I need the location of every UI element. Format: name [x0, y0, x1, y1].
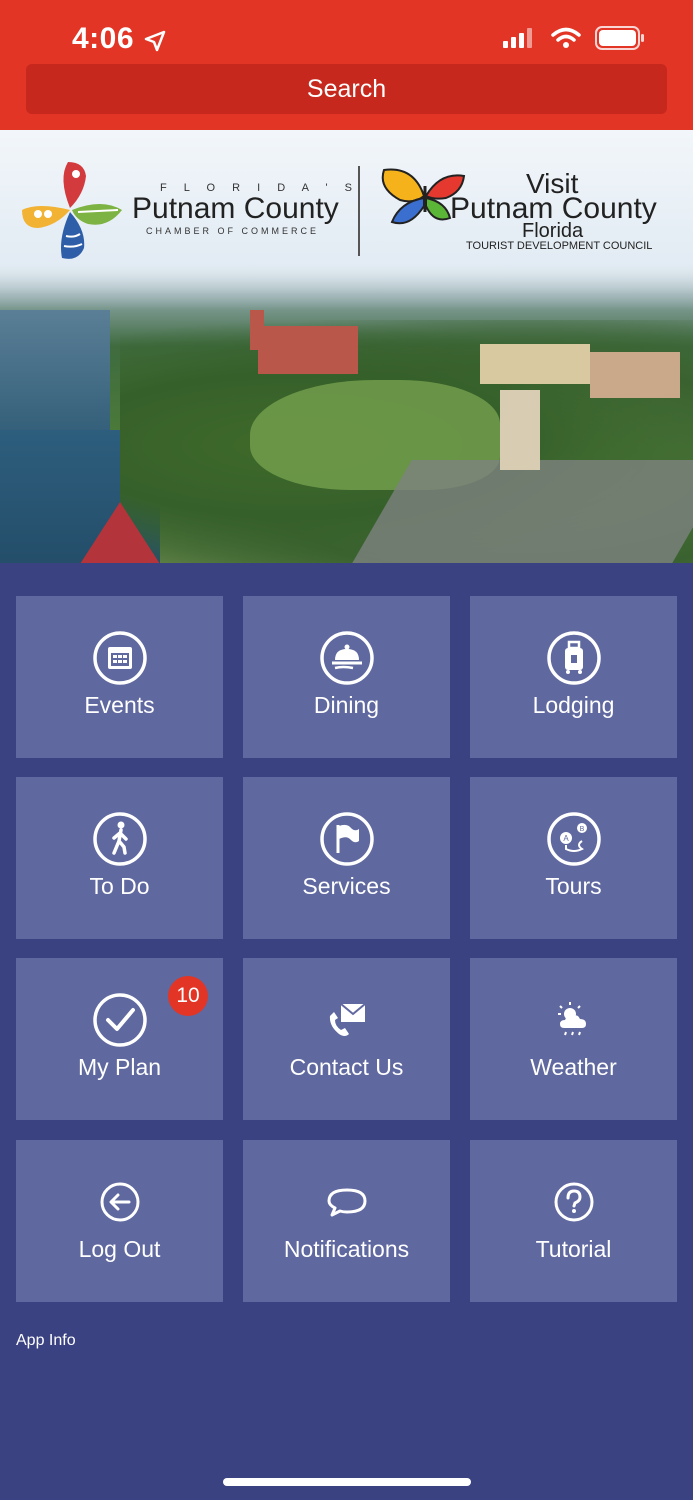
- tile-dining-label: Dining: [313, 692, 380, 718]
- tile-weather[interactable]: Weather: [470, 958, 677, 1120]
- walking-person-icon: [92, 812, 147, 866]
- sponsor-logos: F L O R I D A ' S Putnam County CHAMBER …: [0, 130, 693, 280]
- tile-lodging[interactable]: Lodging: [470, 596, 677, 758]
- checkmark-icon: [92, 993, 147, 1047]
- my-plan-count-badge: 10: [168, 976, 208, 1016]
- tile-contact-us-label: Contact Us: [289, 1054, 404, 1080]
- wifi-icon: [551, 27, 581, 48]
- tile-events-label: Events: [84, 692, 155, 718]
- question-icon: [554, 1182, 593, 1222]
- tile-dining[interactable]: Dining: [243, 596, 450, 758]
- back-arrow-icon: [100, 1182, 139, 1222]
- cloche-icon: [319, 631, 374, 685]
- route-map-icon: A B: [546, 812, 601, 866]
- phone-envelope-icon: [329, 1003, 366, 1036]
- chamber-logo-line3: CHAMBER OF COMMERCE: [146, 226, 320, 236]
- sun-cloud-icon: [557, 1002, 586, 1036]
- tile-lodging-label: Lodging: [532, 692, 615, 718]
- tile-tutorial[interactable]: Tutorial: [470, 1140, 677, 1302]
- luggage-icon: [546, 631, 601, 685]
- tile-events[interactable]: Events: [16, 596, 223, 758]
- tile-contact-us[interactable]: Contact Us: [243, 958, 450, 1120]
- search-button[interactable]: Search: [26, 64, 667, 114]
- top-bar: 4:06 Search: [0, 0, 693, 130]
- chamber-logo-line2: Putnam County: [132, 192, 339, 225]
- tile-notifications-label: Notifications: [283, 1236, 410, 1262]
- hero-banner: F L O R I D A ' S Putnam County CHAMBER …: [0, 130, 693, 563]
- tile-notifications[interactable]: Notifications: [243, 1140, 450, 1302]
- svg-text:A: A: [563, 834, 569, 843]
- app-info-link[interactable]: App Info: [16, 1332, 76, 1350]
- location-arrow-icon: [144, 30, 166, 52]
- chat-bubble-icon: [327, 1188, 366, 1217]
- tile-my-plan-label: My Plan: [77, 1054, 162, 1080]
- tile-to-do[interactable]: To Do: [16, 777, 223, 939]
- home-indicator[interactable]: [223, 1478, 471, 1486]
- chamber-flower-logo-icon: [22, 162, 122, 259]
- visit-logo-line4: TOURIST DEVELOPMENT COUNCIL: [466, 240, 653, 252]
- tile-tours[interactable]: A B Tours: [470, 777, 677, 939]
- flag-icon: [319, 812, 374, 866]
- tile-log-out[interactable]: Log Out: [16, 1140, 223, 1302]
- tile-log-out-label: Log Out: [78, 1236, 161, 1262]
- tile-services[interactable]: Services: [243, 777, 450, 939]
- tile-tutorial-label: Tutorial: [535, 1236, 612, 1262]
- svg-text:B: B: [579, 826, 584, 833]
- calendar-icon: [92, 631, 147, 685]
- status-time: 4:06: [72, 22, 135, 55]
- tile-to-do-label: To Do: [89, 873, 150, 899]
- tile-tours-label: Tours: [545, 873, 602, 899]
- signal-icon: [503, 28, 532, 48]
- battery-icon: [595, 26, 644, 50]
- tile-services-label: Services: [302, 873, 391, 899]
- tile-weather-label: Weather: [530, 1054, 617, 1080]
- logo-divider: [358, 166, 360, 256]
